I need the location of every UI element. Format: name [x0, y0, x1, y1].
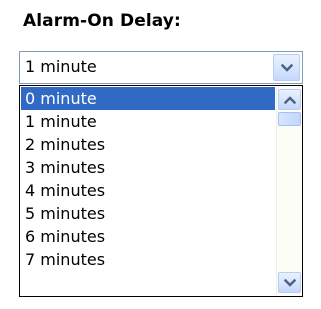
option-list: 0 minute 1 minute 2 minutes 3 minutes 4 minu… [21, 87, 275, 271]
alarm-delay-select[interactable]: 1 minute [19, 51, 303, 84]
dropdown-option[interactable]: 2 minutes [21, 133, 275, 156]
chevron-down-icon [283, 278, 296, 287]
select-current-value: 1 minute [25, 57, 97, 76]
dropdown-list: 0 minute 1 minute 2 minutes 3 minutes 4 minu… [19, 85, 303, 297]
dropdown-option[interactable]: 4 minutes [21, 179, 275, 202]
chevron-up-icon [283, 95, 296, 104]
dropdown-option[interactable]: 0 minute [21, 87, 275, 110]
dropdown-option[interactable]: 1 minute [21, 110, 275, 133]
dropdown-option[interactable]: 5 minutes [21, 202, 275, 225]
alarm-on-delay-label: Alarm-On Delay: [23, 11, 181, 31]
chevron-down-icon [280, 63, 293, 72]
dropdown-option[interactable]: 3 minutes [21, 156, 275, 179]
dropdown-option[interactable]: 7 minutes [21, 248, 275, 271]
scrollbar-thumb[interactable] [278, 112, 301, 126]
scrollbar[interactable] [276, 87, 301, 295]
dropdown-toggle-button[interactable] [273, 54, 300, 81]
dropdown-option[interactable]: 6 minutes [21, 225, 275, 248]
scroll-up-button[interactable] [278, 89, 301, 110]
alarm-delay-panel: Alarm-On Delay: 1 minute 0 minute 1 minut… [0, 0, 321, 309]
scroll-down-button[interactable] [278, 272, 301, 293]
